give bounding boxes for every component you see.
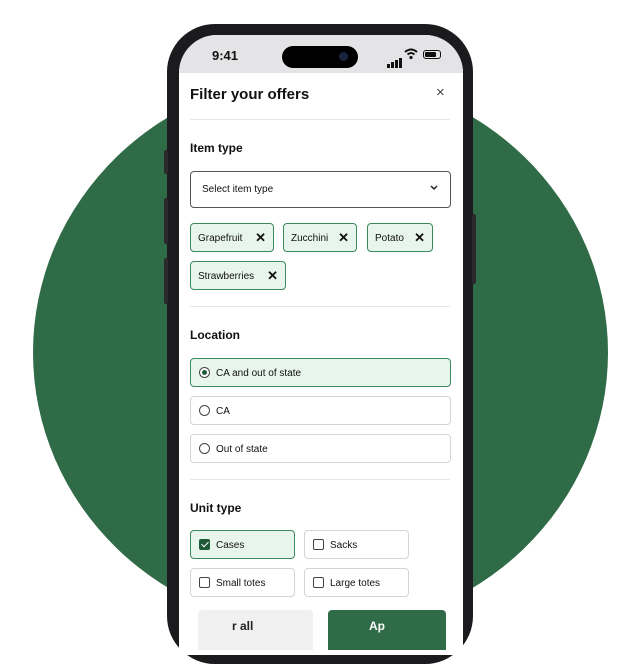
apply-button[interactable]: Ap — [328, 610, 446, 650]
chip-label: Potato — [375, 233, 404, 244]
remove-icon[interactable]: ✕ — [414, 230, 425, 246]
chip-label: Strawberries — [198, 271, 255, 282]
sheet-title: Filter your offers — [190, 86, 310, 103]
clear-all-label: r all — [232, 619, 254, 633]
phone-side-button — [164, 150, 168, 174]
radio-label: Out of state — [216, 444, 268, 455]
checkbox — [199, 577, 210, 588]
close-icon[interactable]: × — [436, 84, 445, 101]
status-time: 9:41 — [212, 48, 239, 63]
remove-icon[interactable]: ✕ — [267, 268, 278, 284]
radio — [199, 405, 210, 416]
unit-option-large-totes[interactable]: Large totes — [304, 568, 409, 597]
checkbox — [313, 577, 324, 588]
phone-screen: 9:41 Filter your offers × Item type Sele… — [179, 35, 463, 655]
clear-all-button[interactable]: r all — [198, 610, 313, 650]
chip-potato: Potato ✕ — [367, 223, 433, 252]
radio-label: CA — [216, 406, 230, 417]
location-option-ca-and-out-of-state[interactable]: CA and out of state — [190, 358, 451, 387]
radio — [199, 443, 210, 454]
item-type-select-value: Select item type — [202, 184, 274, 195]
unit-option-cases[interactable]: Cases — [190, 530, 295, 559]
radio-selected — [199, 367, 210, 378]
checkbox-checked — [199, 539, 210, 550]
dynamic-island — [282, 46, 358, 68]
battery-icon — [423, 50, 441, 59]
checkbox-label: Large totes — [330, 578, 381, 589]
unit-option-small-totes[interactable]: Small totes — [190, 568, 295, 597]
location-heading: Location — [190, 328, 240, 342]
wifi-icon — [404, 48, 418, 60]
unit-option-sacks[interactable]: Sacks — [304, 530, 409, 559]
remove-icon[interactable]: ✕ — [255, 230, 266, 246]
signal-icon — [387, 50, 403, 68]
checkbox-label: Cases — [216, 540, 245, 551]
status-bar: 9:41 — [179, 35, 463, 73]
chevron-down-icon — [430, 185, 438, 191]
divider — [190, 306, 450, 307]
phone-side-button — [164, 258, 168, 304]
phone-power-button — [472, 214, 476, 284]
radio-label: CA and out of state — [216, 368, 302, 379]
location-option-out-of-state[interactable]: Out of state — [190, 434, 451, 463]
checkbox-label: Sacks — [330, 540, 358, 551]
chip-strawberries: Strawberries ✕ — [190, 261, 286, 290]
location-option-ca[interactable]: CA — [190, 396, 451, 425]
item-type-select[interactable]: Select item type — [190, 171, 451, 208]
chip-zucchini: Zucchini ✕ — [283, 223, 357, 252]
apply-label: Ap — [369, 619, 385, 633]
divider — [190, 479, 450, 480]
camera-icon — [339, 52, 348, 61]
checkbox-label: Small totes — [216, 578, 266, 589]
phone-side-button — [164, 198, 168, 244]
item-type-heading: Item type — [190, 141, 243, 155]
checkbox — [313, 539, 324, 550]
chip-grapefruit: Grapefruit ✕ — [190, 223, 274, 252]
remove-icon[interactable]: ✕ — [338, 230, 349, 246]
divider — [190, 119, 450, 120]
chip-label: Zucchini — [291, 233, 329, 244]
chip-label: Grapefruit — [198, 233, 243, 244]
unit-type-heading: Unit type — [190, 501, 242, 515]
